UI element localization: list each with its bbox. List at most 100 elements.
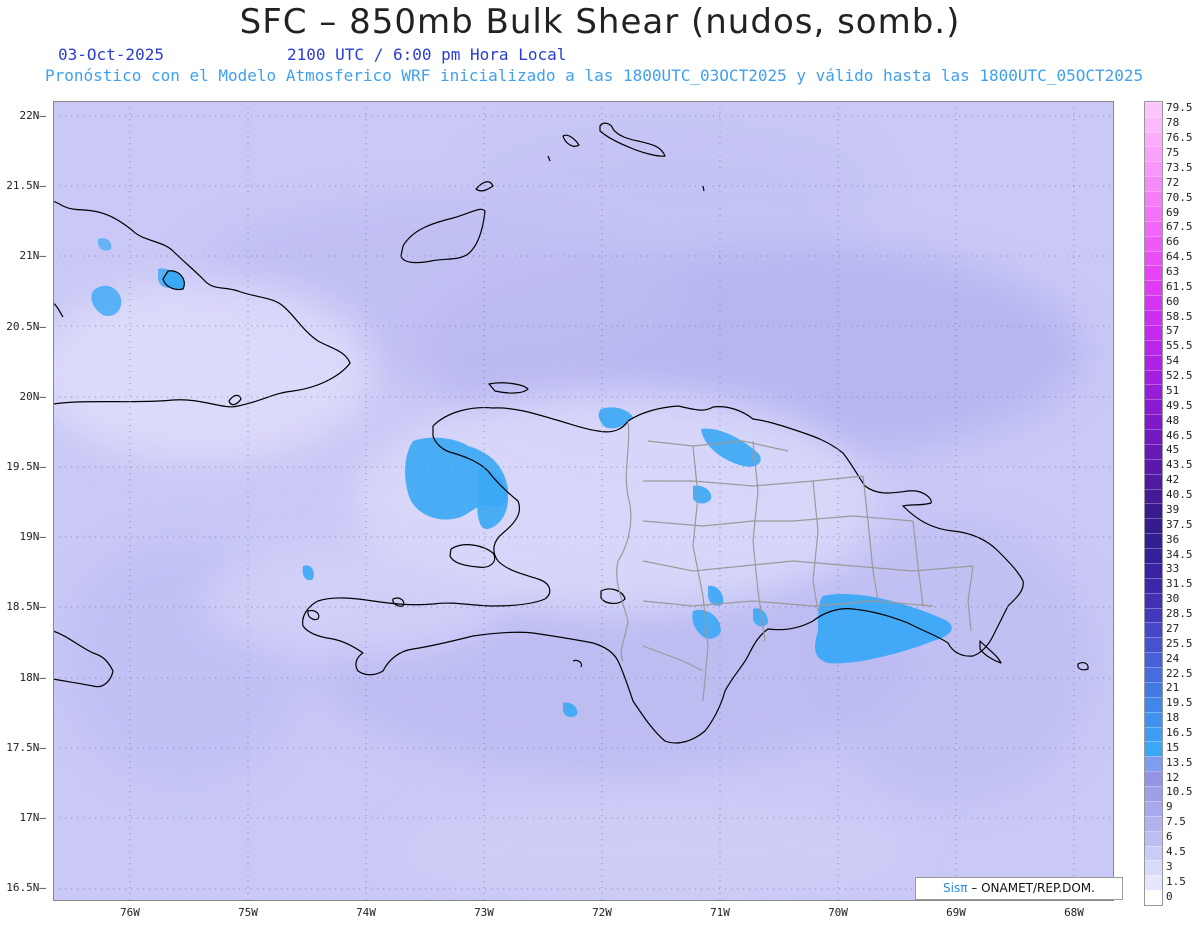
lon-label: 74W (356, 906, 376, 919)
lon-label: 73W (474, 906, 494, 919)
colorbar-label: 9 (1166, 800, 1173, 814)
colorbar-swatch (1145, 414, 1162, 429)
colorbar-label: 48 (1166, 413, 1180, 427)
colorbar-label: 63 (1166, 265, 1180, 278)
colorbar-label: 24 (1166, 651, 1180, 665)
colorbar-swatch (1145, 726, 1162, 742)
lat-label: 21.5N– (6, 179, 46, 193)
colorbar-swatch (1145, 101, 1162, 117)
colorbar-swatch (1145, 860, 1162, 876)
credit-brand: Sisπ (943, 881, 968, 895)
colorbar-label: 66 (1166, 235, 1180, 249)
colorbar-label: 72 (1166, 175, 1180, 189)
colorbar-swatch (1145, 161, 1162, 177)
colorbar-swatch (1145, 696, 1162, 712)
colorbar-label: 70.5 (1166, 190, 1193, 204)
lon-label: 69W (946, 906, 966, 919)
colorbar-swatch (1145, 473, 1162, 489)
colorbar-label: 25.5 (1166, 636, 1193, 650)
colorbar-label: 45 (1166, 443, 1180, 457)
colorbar-swatch (1145, 652, 1162, 667)
colorbar-label: 57 (1166, 324, 1180, 338)
colorbar-swatch (1145, 458, 1162, 474)
colorbar-label: 39 (1166, 502, 1180, 516)
colorbar-swatch (1145, 131, 1162, 147)
colorbar-label: 67.5 (1166, 220, 1193, 234)
colorbar-swatch (1145, 235, 1162, 251)
colorbar-swatch (1145, 399, 1162, 415)
colorbar-swatch (1145, 429, 1162, 444)
colorbar-label: 52.5 (1166, 369, 1193, 383)
colorbar-swatch (1145, 711, 1162, 727)
lat-label: 21N– (19, 249, 47, 263)
colorbar-label: 13.5 (1166, 755, 1193, 769)
colorbar-swatch (1145, 890, 1162, 905)
colorbar-label: 22.5 (1166, 666, 1193, 680)
colorbar-label: 28.5 (1166, 607, 1193, 621)
colorbar-label: 73.5 (1166, 160, 1193, 174)
lat-label: 18N– (19, 670, 47, 684)
colorbar-label: 33 (1166, 562, 1180, 576)
colorbar-label: 30 (1166, 592, 1180, 606)
colorbar-swatch (1145, 830, 1162, 846)
lat-label: 18.5N– (6, 600, 46, 614)
lon-label: 76W (120, 906, 140, 919)
colorbar-label: 69 (1166, 205, 1180, 219)
colorbar-label: 54 (1166, 354, 1180, 368)
colorbar-label: 49.5 (1166, 398, 1193, 412)
colorbar (1144, 101, 1163, 906)
colorbar-swatch (1145, 384, 1162, 400)
colorbar-swatch (1145, 339, 1162, 355)
colorbar-label: 78 (1166, 116, 1180, 130)
colorbar-swatch (1145, 443, 1162, 459)
lat-label: 22N– (19, 109, 47, 122)
colorbar-label: 12 (1166, 770, 1180, 784)
colorbar-swatch (1145, 800, 1162, 816)
forecast-time: 2100 UTC / 6:00 pm Hora Local (287, 45, 567, 64)
lon-label: 68W (1064, 906, 1084, 919)
colorbar-label: 15 (1166, 740, 1180, 754)
colorbar-label: 46.5 (1166, 428, 1193, 442)
colorbar-swatch (1145, 518, 1162, 534)
colorbar-swatch (1145, 681, 1162, 697)
colorbar-label: 34.5 (1166, 547, 1193, 561)
colorbar-swatch (1145, 756, 1162, 772)
colorbar-swatch (1145, 310, 1162, 325)
colorbar-label: 27 (1166, 621, 1180, 635)
colorbar-swatch (1145, 324, 1162, 340)
lon-label: 75W (238, 906, 258, 919)
colorbar-label: 16.5 (1166, 725, 1193, 739)
colorbar-label: 36 (1166, 532, 1180, 546)
colorbar-label: 18 (1166, 711, 1180, 725)
colorbar-swatch (1145, 845, 1162, 861)
lon-label: 72W (592, 906, 612, 919)
colorbar-swatch (1145, 607, 1162, 623)
colorbar-label: 60 (1166, 294, 1180, 308)
colorbar-label: 31.5 (1166, 577, 1193, 591)
colorbar-label: 64.5 (1166, 250, 1193, 264)
lon-label: 71W (710, 906, 730, 919)
colorbar-swatch (1145, 488, 1162, 504)
lon-label: 70W (828, 906, 848, 919)
credit-text: – ONAMET/REP.DOM. (971, 881, 1095, 895)
colorbar-swatch (1145, 205, 1162, 221)
colorbar-swatch (1145, 354, 1162, 370)
colorbar-label: 3 (1166, 859, 1173, 873)
colorbar-label: 58.5 (1166, 309, 1193, 323)
colorbar-swatch (1145, 533, 1162, 548)
colorbar-swatch (1145, 771, 1162, 786)
colorbar-swatch (1145, 503, 1162, 519)
colorbar-swatch (1145, 815, 1162, 831)
forecast-date: 03-Oct-2025 (58, 45, 164, 64)
colorbar-swatch (1145, 250, 1162, 266)
lat-label: 20N– (19, 389, 47, 403)
colorbar-swatch (1145, 741, 1162, 757)
colorbar-swatch (1145, 220, 1162, 236)
colorbar-label: 55.5 (1166, 339, 1193, 353)
colorbar-label: 6 (1166, 830, 1173, 844)
colorbar-label: 40.5 (1166, 488, 1193, 502)
colorbar-swatch (1145, 265, 1162, 281)
colorbar-label: 51 (1166, 383, 1180, 397)
colorbar-swatch (1145, 592, 1162, 608)
chart-title: SFC – 850mb Bulk Shear (nudos, somb.) (239, 2, 961, 42)
